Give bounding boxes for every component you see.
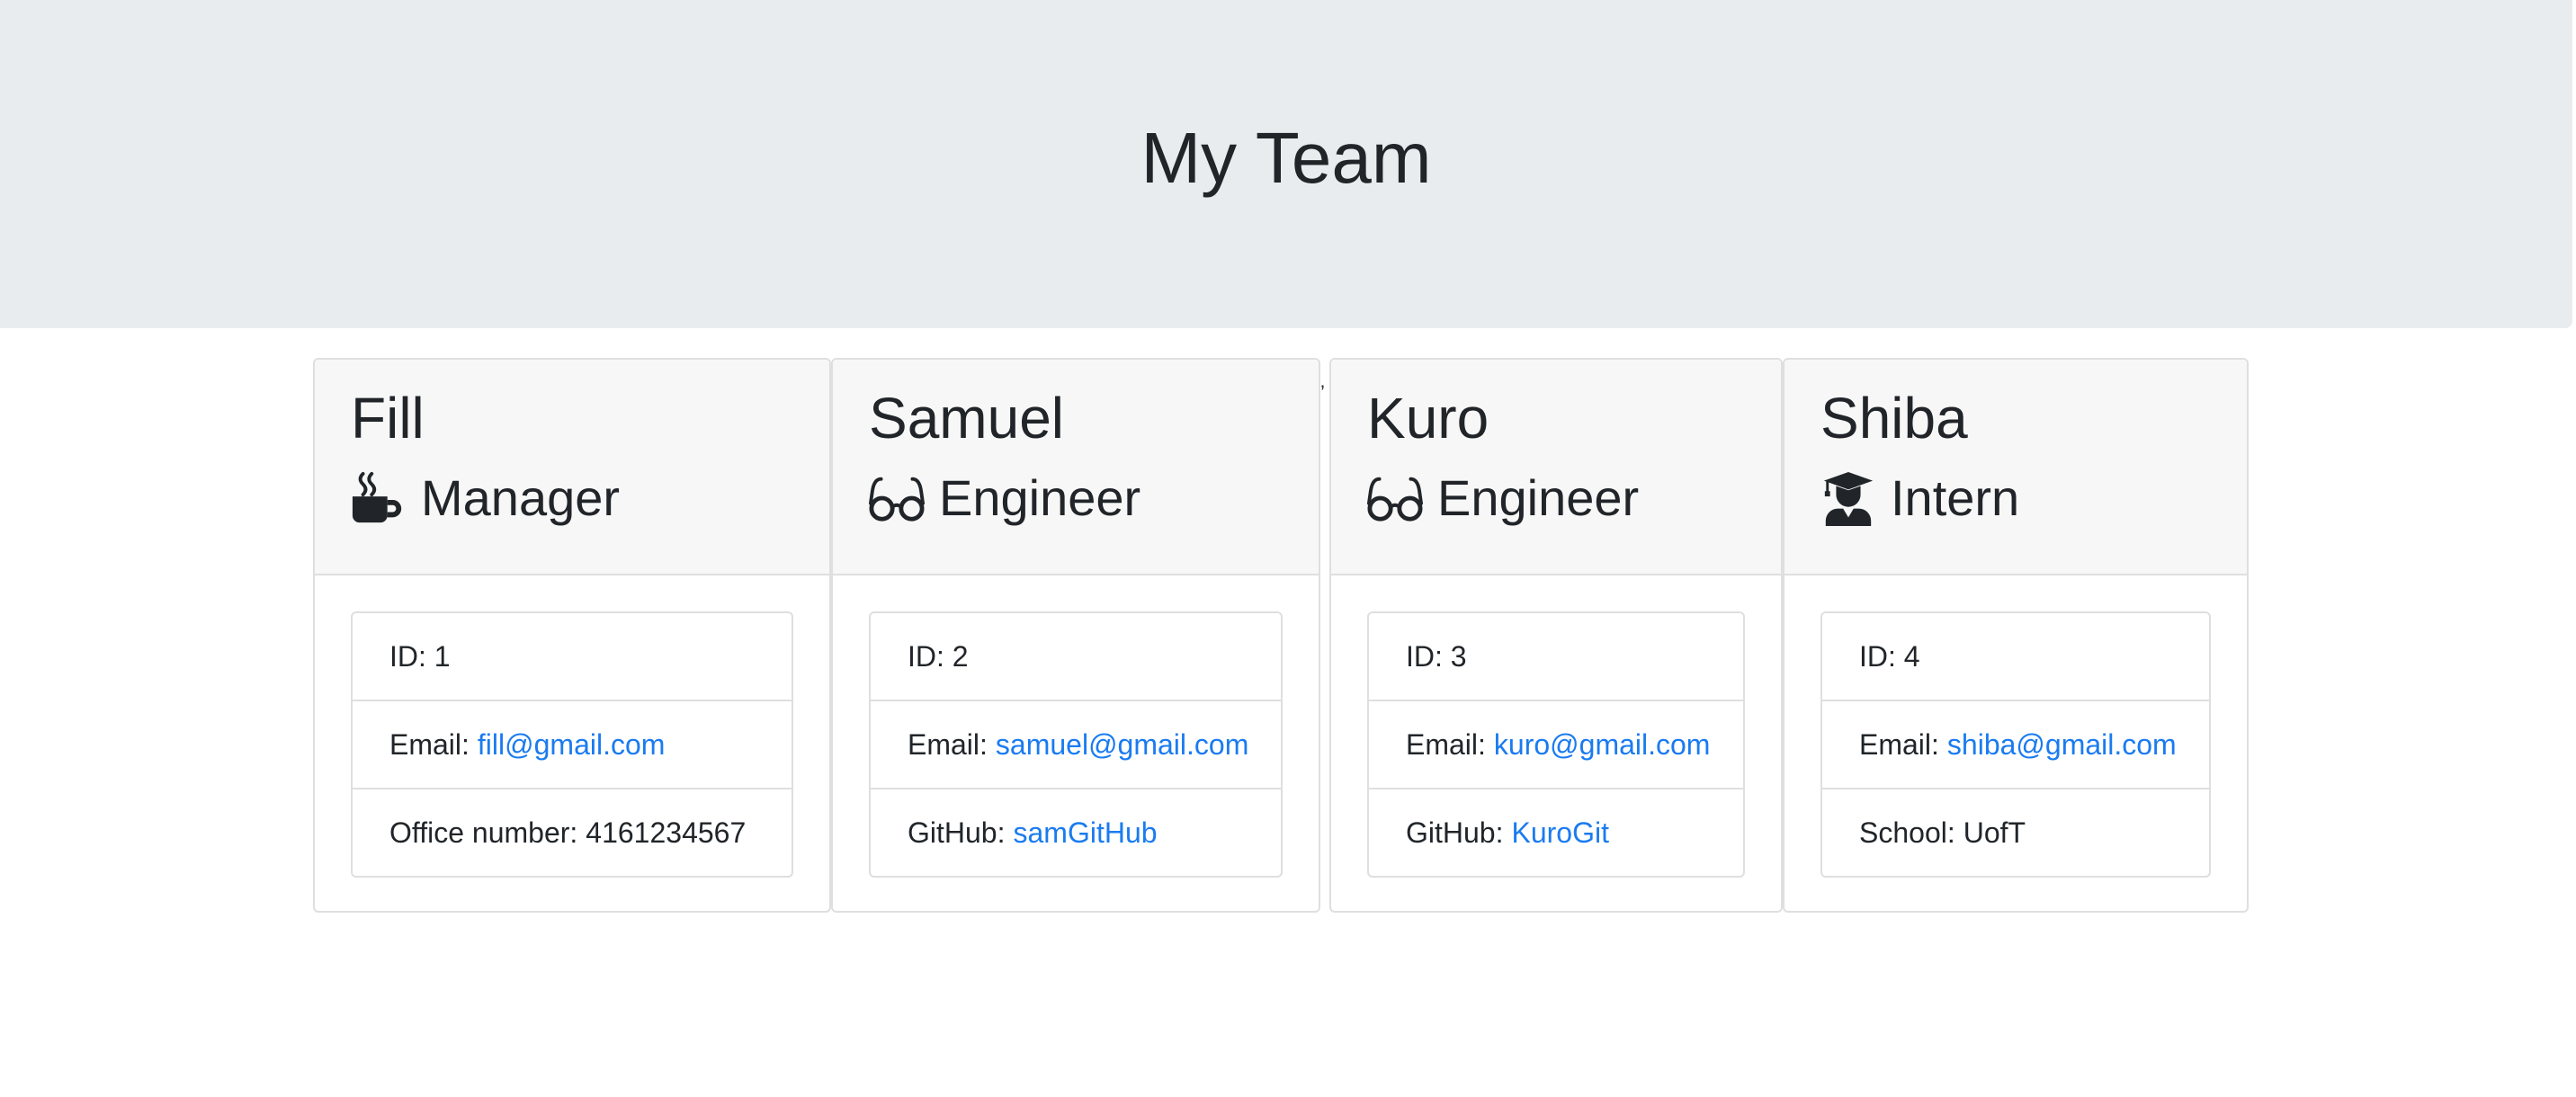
employee-role: Engineer [1367, 469, 1639, 527]
role-label: Engineer [939, 469, 1141, 526]
role-label: Manager [421, 469, 621, 526]
list-item-email: Email: shiba@gmail.com [1822, 701, 2209, 789]
employee-card: Shiba Intern ID: 4 Email: shiba@gmail.co… [1783, 358, 2249, 913]
mug-hot-icon [351, 470, 407, 526]
employee-name: Kuro [1367, 386, 1489, 450]
employee-card: Samuel Engineer ID: 2 Email: samuel@gmai… [831, 358, 1320, 913]
card-header: Kuro Engineer [1331, 360, 1781, 575]
employee-name: Fill [351, 386, 425, 450]
employee-role: Intern [1820, 469, 2019, 527]
email-link[interactable]: shiba@gmail.com [1947, 728, 2177, 762]
github-link[interactable]: samGitHub [1013, 816, 1157, 850]
list-item-github: GitHub: samGitHub [908, 816, 1158, 850]
card-header: Samuel Engineer [833, 360, 1319, 575]
employee-card: Fill Manager ID: 1 Email: fill@gmail.com… [313, 358, 831, 913]
employee-name: Shiba [1820, 386, 1968, 450]
glasses-icon [869, 470, 925, 526]
info-list: ID: 2 Email: samuel@gmail.com GitHub: sa… [869, 611, 1283, 878]
card-header: Fill Manager [315, 360, 829, 575]
info-list: ID: 4 Email: shiba@gmail.com School: Uof… [1820, 611, 2211, 878]
office-number: 4161234567 [586, 816, 747, 849]
card-header: Shiba Intern [1784, 360, 2247, 575]
user-graduate-icon [1820, 470, 1876, 526]
school-name: UofT [1963, 816, 2026, 849]
list-item-email: Email: kuro@gmail.com [1369, 701, 1743, 789]
stray-mark: ’ [1320, 381, 1325, 404]
employee-name: Samuel [869, 386, 1064, 450]
info-list: ID: 1 Email: fill@gmail.com Office numbe… [351, 611, 793, 878]
github-link[interactable]: KuroGit [1511, 816, 1608, 850]
info-list: ID: 3 Email: kuro@gmail.com GitHub: Kuro… [1367, 611, 1745, 878]
role-label: Engineer [1437, 469, 1640, 526]
employee-role: Manager [351, 469, 620, 527]
list-item-id: ID: 3 [1369, 613, 1743, 701]
list-item-email: Email: samuel@gmail.com [871, 701, 1281, 789]
page-title: My Team [1140, 118, 1432, 198]
email-link[interactable]: kuro@gmail.com [1494, 728, 1711, 762]
list-item-id: ID: 1 [353, 613, 792, 701]
email-link[interactable]: fill@gmail.com [478, 728, 666, 762]
list-item-office: Office number: 4161234567 [389, 816, 747, 849]
list-item-email: Email: fill@gmail.com [353, 701, 792, 789]
list-item-school: School: UofT [1859, 816, 2026, 849]
employee-role: Engineer [869, 469, 1140, 527]
role-label: Intern [1891, 469, 2020, 526]
list-item-id: ID: 4 [1822, 613, 2209, 701]
list-item-id: ID: 2 [871, 613, 1281, 701]
employee-card: Kuro Engineer ID: 3 Email: kuro@gmail.co… [1329, 358, 1783, 913]
email-link[interactable]: samuel@gmail.com [996, 728, 1248, 762]
page-header: My Team [0, 0, 2572, 328]
list-item-github: GitHub: KuroGit [1406, 816, 1609, 850]
glasses-icon [1367, 470, 1423, 526]
